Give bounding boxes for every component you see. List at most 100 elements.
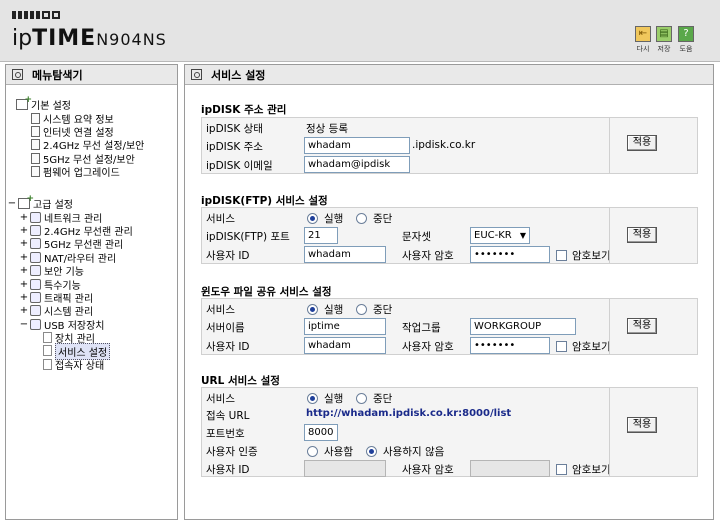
- menu-explorer: 메뉴탐색기 기본 설정 시스템 요약 정보 인터넷 연결 설정 2.4GHz 무…: [5, 64, 178, 520]
- expand-icon[interactable]: +: [18, 225, 30, 236]
- advanced-settings-tree: − 고급 설정 + 네트워크 관리 + 2.4GHz 무선랜 관리 + 5GHz…: [6, 194, 177, 372]
- url-auth-use-radio[interactable]: 사용함: [307, 444, 353, 459]
- ftp-run-radio[interactable]: 실행: [307, 211, 343, 226]
- expand-icon[interactable]: +: [18, 265, 30, 276]
- smb-server-name-input[interactable]: [304, 318, 386, 335]
- menu-explorer-header: 메뉴탐색기: [6, 65, 177, 85]
- logo-mark: [12, 11, 60, 19]
- ipdisk-section-title: ipDISK 주소 관리: [201, 104, 287, 116]
- ftp-charset-select[interactable]: EUC-KR ▼: [470, 227, 530, 244]
- expand-icon[interactable]: +: [18, 252, 30, 263]
- smb-stop-radio[interactable]: 중단: [356, 302, 392, 317]
- ipdisk-address-input[interactable]: [304, 137, 410, 154]
- expand-icon[interactable]: +: [18, 238, 30, 249]
- tree-folder-basic[interactable]: 기본 설정: [6, 95, 177, 112]
- url-auth-nouse-radio[interactable]: 사용하지 않음: [366, 444, 444, 459]
- smb-show-password-checkbox[interactable]: 암호보기: [556, 339, 611, 354]
- sidebar-item-special[interactable]: + 특수기능: [6, 277, 177, 292]
- sidebar-item-wlan-24[interactable]: + 2.4GHz 무선랜 관리: [6, 224, 177, 238]
- ipdisk-apply-area: 적용: [609, 118, 697, 173]
- tree-folder-advanced[interactable]: − 고급 설정: [6, 194, 177, 211]
- ftp-port-input[interactable]: [304, 227, 338, 244]
- smb-run-radio[interactable]: 실행: [307, 302, 343, 317]
- folder-icon: [18, 194, 34, 210]
- expand-icon[interactable]: +: [18, 292, 30, 303]
- page-icon: [31, 139, 40, 151]
- url-section: 서비스 실행 중단 접속 URL http://whadam.ipdisk.co…: [201, 387, 698, 477]
- ftp-section-title: ipDISK(FTP) 서비스 설정: [201, 195, 328, 207]
- sidebar-item-wlan-5[interactable]: + 5GHz 무선랜 관리: [6, 237, 177, 251]
- explorer-icon: [12, 69, 23, 80]
- sidebar-item-wireless-5[interactable]: 5GHz 무선 설정/보안: [6, 152, 177, 166]
- url-user-input[interactable]: [304, 460, 386, 477]
- ftp-section: 서비스 실행 중단 ipDISK(FTP) 포트 문자셋 EUC-KR▼ 사용자…: [201, 207, 698, 264]
- sidebar-item-firmware[interactable]: 펌웨어 업그레이드: [6, 165, 177, 179]
- save-icon: ▤: [656, 26, 672, 42]
- url-apply-area: 적용: [609, 388, 697, 476]
- smb-password-input[interactable]: [470, 337, 550, 354]
- ipdisk-section: ipDISK 상태 정상 등록 ipDISK 주소 .ipdisk.co.kr …: [201, 117, 698, 174]
- smb-apply-button[interactable]: 적용: [627, 318, 657, 334]
- ipdisk-apply-button[interactable]: 적용: [627, 135, 657, 151]
- ftp-apply-button[interactable]: 적용: [627, 227, 657, 243]
- sidebar-item-system-summary[interactable]: 시스템 요약 정보: [6, 111, 177, 126]
- url-password-input[interactable]: [470, 460, 550, 477]
- sidebar-item-security[interactable]: + 보안 기능: [6, 264, 177, 278]
- page-icon: [31, 112, 40, 124]
- brand-logo: ipTIMEN904NS: [12, 26, 167, 51]
- page-icon: [43, 332, 52, 344]
- save-button[interactable]: ▤ 저장: [653, 26, 675, 54]
- url-show-password-checkbox[interactable]: 암호보기: [556, 462, 611, 477]
- folder-icon: [16, 95, 32, 111]
- smb-user-input[interactable]: [304, 337, 386, 354]
- help-button[interactable]: ? 도움: [675, 26, 697, 54]
- ipdisk-status-value: 정상 등록: [306, 123, 348, 135]
- smb-section-title: 윈도우 파일 공유 서비스 설정: [201, 286, 332, 298]
- sidebar-item-connection-status[interactable]: 접속자 상태: [6, 358, 177, 372]
- smb-workgroup-input[interactable]: [470, 318, 576, 335]
- settings-icon: [30, 224, 41, 236]
- settings-icon: [30, 238, 41, 250]
- url-port-input[interactable]: [304, 424, 338, 441]
- basic-settings-tree: 기본 설정 시스템 요약 정보 인터넷 연결 설정 2.4GHz 무선 설정/보…: [6, 95, 177, 179]
- ipdisk-email-input[interactable]: [304, 156, 410, 173]
- sidebar-item-network[interactable]: + 네트워크 관리: [6, 210, 177, 225]
- collapse-icon[interactable]: −: [18, 319, 30, 330]
- page-icon: [191, 69, 202, 80]
- sidebar-item-wireless-24[interactable]: 2.4GHz 무선 설정/보안: [6, 138, 177, 152]
- url-stop-radio[interactable]: 중단: [356, 391, 392, 406]
- settings-icon: [30, 278, 41, 290]
- traffic-icon: [30, 291, 41, 303]
- sidebar-item-nat[interactable]: + NAT/라우터 관리: [6, 251, 177, 265]
- page-icon: [31, 166, 40, 178]
- sidebar-item-traffic[interactable]: + 트래픽 관리: [6, 291, 177, 305]
- settings-icon: [30, 305, 41, 317]
- help-icon: ?: [678, 26, 694, 42]
- smb-section: 서비스 실행 중단 서버이름 작업그룹 사용자 ID 사용자 암호 암호보기 적…: [201, 298, 698, 355]
- ftp-show-password-checkbox[interactable]: 암호보기: [556, 248, 611, 263]
- sidebar-item-usb[interactable]: − USB 저장장치: [6, 318, 177, 332]
- url-section-title: URL 서비스 설정: [201, 375, 280, 387]
- sidebar-item-internet-setup[interactable]: 인터넷 연결 설정: [6, 125, 177, 139]
- sidebar-item-service-settings[interactable]: 서비스 설정: [6, 342, 177, 360]
- page-icon: [31, 152, 40, 164]
- settings-icon: [30, 251, 41, 263]
- url-run-radio[interactable]: 실행: [307, 391, 343, 406]
- ipdisk-domain-suffix: .ipdisk.co.kr: [412, 139, 476, 151]
- expand-icon[interactable]: +: [18, 279, 30, 290]
- expand-icon[interactable]: +: [18, 305, 30, 316]
- sidebar-item-system[interactable]: + 시스템 관리: [6, 304, 177, 318]
- url-access-link[interactable]: http://whadam.ipdisk.co.kr:8000/list: [306, 408, 511, 419]
- logout-button[interactable]: ⇤ 다시: [632, 26, 654, 54]
- settings-icon: [30, 265, 41, 277]
- ftp-password-input[interactable]: [470, 246, 550, 263]
- ftp-stop-radio[interactable]: 중단: [356, 211, 392, 226]
- exit-icon: ⇤: [635, 26, 651, 42]
- ftp-user-input[interactable]: [304, 246, 386, 263]
- url-apply-button[interactable]: 적용: [627, 417, 657, 433]
- ftp-apply-area: 적용: [609, 208, 697, 263]
- expand-icon[interactable]: +: [18, 212, 30, 223]
- settings-icon: [30, 211, 41, 223]
- collapse-icon[interactable]: −: [6, 198, 18, 209]
- service-settings-panel: 서비스 설정 ipDISK 주소 관리 ipDISK 상태 정상 등록 ipDI…: [184, 64, 714, 520]
